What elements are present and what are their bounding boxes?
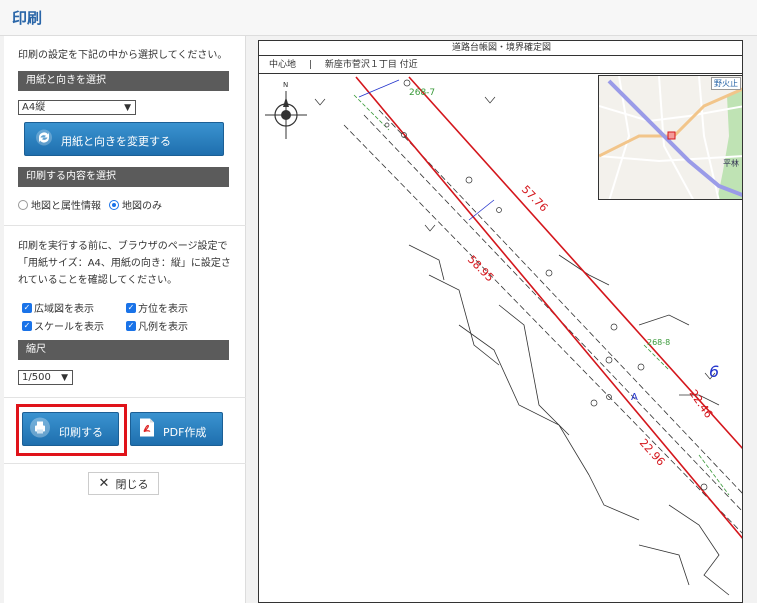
overview-label: 平林 (723, 159, 739, 168)
map-title: 道路台帳図・境界確定図 (259, 41, 742, 56)
page-title: 印刷 (12, 9, 43, 27)
location-label: 中心地 (269, 60, 297, 70)
checkbox-label: スケールを表示 (34, 322, 104, 333)
overview-label: 野火止 (711, 77, 741, 90)
pdf-file-icon (139, 418, 155, 441)
content-section-header: 印刷する内容を選択 (18, 167, 229, 187)
title-bar: 印刷 (0, 0, 757, 36)
checkbox-checked-icon: ✓ (126, 320, 136, 331)
radio-map-only[interactable] (109, 199, 119, 210)
checkbox-label: 広域図を表示 (34, 304, 94, 315)
radio-map-label: 地図のみ (122, 201, 162, 212)
checkbox-overview[interactable]: ✓ 広域図を表示 (22, 300, 94, 315)
checkbox-direction[interactable]: ✓ 方位を表示 (126, 300, 188, 315)
print-button-highlight (16, 404, 127, 456)
divider (4, 397, 246, 398)
checkbox-checked-icon: ✓ (22, 320, 32, 331)
map-label: 22.46 (687, 387, 716, 420)
refresh-icon (35, 129, 53, 150)
checkbox-label: 方位を表示 (138, 304, 188, 315)
radio-attr-label: 地図と属性情報 (31, 201, 101, 212)
paper-section-header: 用紙と向きを選択 (18, 71, 229, 91)
map-label: 58.95 (465, 253, 496, 284)
change-paper-button[interactable]: 用紙と向きを変更する (24, 122, 224, 156)
overview-inset-map: 野火止 平林 (598, 75, 742, 200)
map-label: A (631, 392, 638, 403)
pdf-button-label: PDF作成 (163, 426, 207, 439)
browser-setting-note: 印刷を実行する前に、ブラウザのページ設定で「用紙サイズ：A4、用紙の向き：縦」に… (18, 241, 231, 286)
checkbox-legend[interactable]: ✓ 凡例を表示 (126, 318, 188, 333)
checkbox-scale[interactable]: ✓ スケールを表示 (22, 318, 104, 333)
radio-attr[interactable] (18, 199, 28, 210)
checkbox-checked-icon: ✓ (22, 302, 32, 313)
north-arrow-icon (265, 91, 307, 139)
intro-text: 印刷の設定を下記の中から選択してください。 (18, 50, 228, 61)
map-label: 268-8 (647, 338, 670, 347)
location-value: 新座市菅沢１丁目 付近 (324, 60, 418, 70)
north-label: N (283, 81, 288, 89)
print-preview-map: 道路台帳図・境界確定図 中心地 | 新座市菅沢１丁目 付近 N 268-7 57… (258, 40, 743, 603)
paper-select[interactable]: A4縦 ▼ (18, 100, 136, 115)
divider (4, 225, 246, 226)
content-radio-group: 地図と属性情報 地図のみ (18, 197, 162, 212)
location-bar: 中心地 | 新座市菅沢１丁目 付近 (259, 57, 742, 74)
paper-select-value: A4縦 (22, 102, 46, 113)
pdf-button[interactable]: PDF作成 (130, 412, 223, 446)
chevron-down-icon: ▼ (124, 103, 131, 113)
checkbox-checked-icon: ✓ (126, 302, 136, 313)
map-label: 6 (709, 362, 719, 381)
close-button-label: 閉じる (115, 477, 149, 491)
change-paper-label: 用紙と向きを変更する (61, 135, 171, 148)
print-settings-panel: 印刷の設定を下記の中から選択してください。 用紙と向きを選択 A4縦 ▼ 用紙と… (4, 36, 246, 603)
map-label: 268-7 (409, 88, 435, 98)
location-separator: | (308, 60, 312, 70)
chevron-down-icon: ▼ (61, 373, 68, 383)
scale-section-header: 縮尺 (18, 340, 229, 360)
close-button[interactable]: ✕ 閉じる (88, 472, 159, 495)
scale-select[interactable]: 1/500 ▼ (18, 370, 73, 385)
map-label: 57.76 (519, 183, 550, 214)
divider (4, 463, 246, 464)
close-icon: ✕ (98, 476, 110, 491)
checkbox-label: 凡例を表示 (138, 322, 188, 333)
scale-select-value: 1/500 (22, 372, 51, 383)
